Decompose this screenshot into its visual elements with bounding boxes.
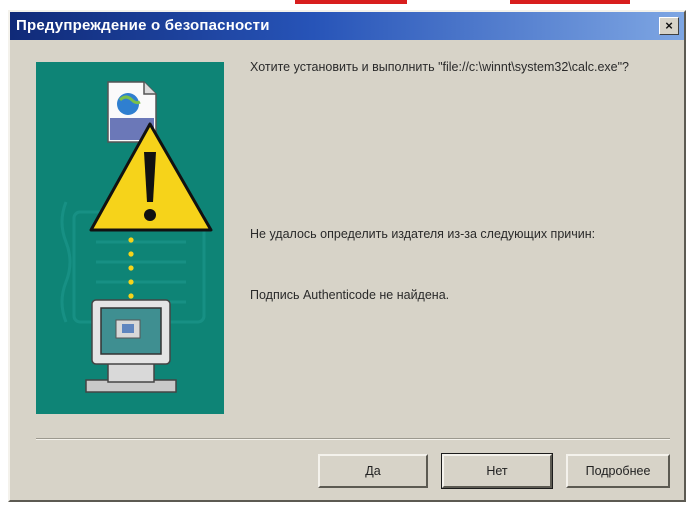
details-button[interactable]: Подробнее (566, 454, 670, 488)
install-question: Хотите установить и выполнить "file://c:… (250, 60, 629, 74)
button-separator (36, 438, 670, 440)
title-bar[interactable]: Предупреждение о безопасности × (10, 12, 684, 40)
publisher-reason: Не удалось определить издателя из-за сле… (250, 227, 596, 241)
yes-button[interactable]: Да (318, 454, 428, 488)
scan-artifact-left (295, 0, 407, 4)
close-button[interactable]: × (659, 17, 679, 35)
close-icon: × (665, 18, 673, 33)
computer-icon (85, 299, 177, 393)
dialog-title: Предупреждение о безопасности (16, 17, 270, 34)
scan-artifact-right (510, 0, 630, 4)
no-button[interactable]: Нет (441, 453, 553, 489)
security-warning-dialog: Предупреждение о безопасности × Хотите у… (8, 10, 686, 502)
security-banner (36, 62, 224, 414)
signature-reason: Подпись Authenticode не найдена. (250, 288, 450, 302)
